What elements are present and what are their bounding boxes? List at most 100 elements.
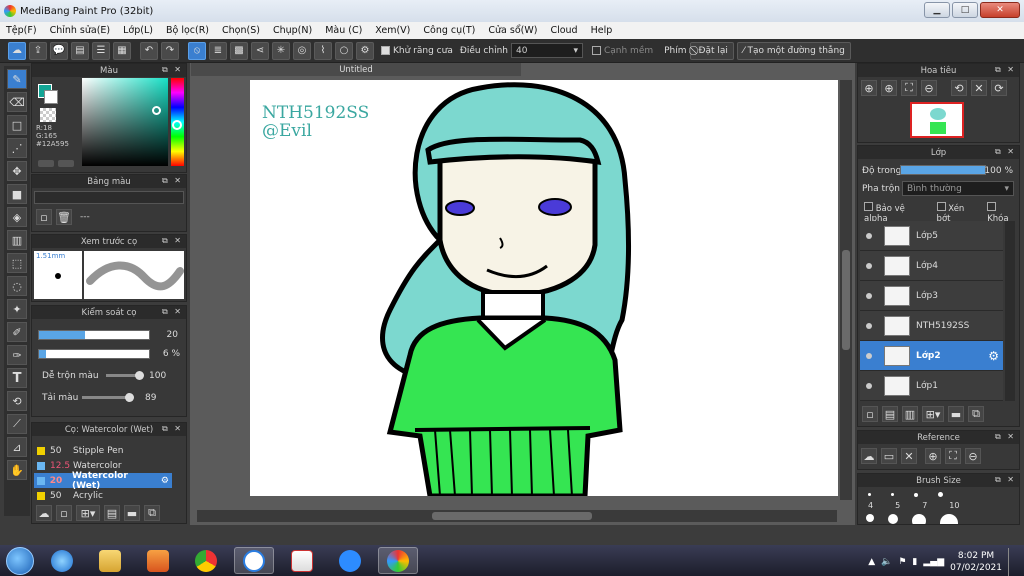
slider-knob[interactable] [125,393,134,402]
select-eraser-tool-icon[interactable]: ✑ [7,345,27,365]
size-dot[interactable] [868,493,871,496]
radial-snap-icon[interactable]: ✳ [272,41,290,60]
secondary-color-swatch[interactable] [44,90,58,104]
scroll-thumb[interactable] [842,250,850,350]
dot-tool-icon[interactable]: ⋰ [7,138,27,158]
menu-select[interactable]: Chọn(S) [222,25,260,36]
brush-size-slider[interactable] [38,330,150,340]
picker-handle[interactable] [152,106,161,115]
menu-snap[interactable]: Chụp(N) [273,25,312,36]
clipping-checkbox[interactable] [936,202,946,211]
zoom-in-icon[interactable]: ⊕ [861,80,877,96]
transparent-swatch[interactable] [40,108,56,122]
menu-view[interactable]: Xem(V) [375,25,410,36]
fit-icon[interactable]: ⛶ [901,80,917,96]
grid-snap-icon[interactable]: ▩ [230,41,248,60]
eye-icon[interactable] [866,382,872,389]
zoom-icon[interactable]: ⊕ [881,80,897,96]
cloud-ref-icon[interactable]: ☁ [861,448,877,464]
horizontal-scrollbar[interactable] [197,510,837,522]
size-dot[interactable] [891,493,894,496]
rotate-left-icon[interactable]: ⟲ [951,80,967,96]
menu-help[interactable]: Help [591,25,613,36]
menu-window[interactable]: Cửa sổ(W) [488,25,537,36]
folder-layer-icon[interactable]: ▬ [948,406,964,422]
amount-slider[interactable] [82,393,134,402]
size-dot[interactable] [914,493,918,497]
lasso-tool-icon[interactable]: ◌ [7,276,27,296]
hue-handle[interactable] [172,120,182,130]
redo-icon[interactable]: ↷ [161,41,179,60]
close-ref-icon[interactable]: ✕ [901,448,917,464]
soft-edge-checkbox[interactable] [591,46,601,55]
settings-snap-icon[interactable]: ⚙ [356,41,374,60]
rotate-right-icon[interactable]: ⟳ [991,80,1007,96]
panel-close-icon[interactable]: ⧉ ✕ [162,176,183,186]
maximize-button[interactable]: □ [952,2,978,18]
saturation-value-picker[interactable] [82,78,168,166]
eraser-tool-icon[interactable]: ⌫ [7,92,27,112]
size-dot[interactable] [940,514,958,524]
layer-row[interactable]: Lớp3 [860,281,1003,311]
flip-icon[interactable]: ✕ [971,80,987,96]
clock[interactable]: 8:02 PM 07/02/2021 [950,550,1002,574]
menu-tools[interactable]: Công cụ(T) [423,25,475,36]
size-dot[interactable] [938,492,943,497]
select-pen-tool-icon[interactable]: ✐ [7,322,27,342]
delete-palette-icon[interactable]: 🗑 [56,209,72,225]
eye-icon[interactable] [866,232,872,239]
flag-icon[interactable]: ⚑ [898,557,906,567]
volume-icon[interactable]: 🔈 [881,557,892,567]
size-dot[interactable] [888,514,898,524]
brush-item-selected[interactable]: 20 Watercolor (Wet) ⚙ [34,471,172,491]
hue-slider[interactable] [171,78,184,166]
panel-close-icon[interactable]: ⧉ ✕ [162,236,183,246]
fill-shape-tool-icon[interactable]: ■ [7,184,27,204]
layer-row-selected[interactable]: Lớp2 ⚙ [860,341,1003,371]
text-tool-icon[interactable]: T [7,368,27,388]
menu-file[interactable]: Tệp(F) [6,25,37,36]
network-icon[interactable]: ▂▄▆ [923,557,944,567]
brush-tool-icon[interactable]: ✎ [7,69,27,89]
eyedropper-tool-icon[interactable]: ⊿ [7,437,27,457]
taskbar-explorer[interactable] [90,547,130,574]
rect-tool-icon[interactable]: □ [7,115,27,135]
undo-icon[interactable]: ↶ [140,41,158,60]
reset-button[interactable]: ⃠Đặt lại [689,41,734,60]
layer-row[interactable]: Lớp4 [860,251,1003,281]
magic-wand-tool-icon[interactable]: ✦ [7,299,27,319]
hand-tool-icon[interactable]: ✋ [7,460,27,480]
bucket-tool-icon[interactable]: ◈ [7,207,27,227]
gradient-tool-icon[interactable]: ▥ [7,230,27,250]
panel-close-icon[interactable]: ⧉ ✕ [162,424,183,434]
new-8bit-layer-icon[interactable]: ▥ [902,406,918,422]
move-tool-icon[interactable]: ✥ [7,161,27,181]
panel-close-icon[interactable]: ⧉ ✕ [995,65,1016,75]
circle-snap-icon[interactable]: ◎ [293,41,311,60]
layer-row[interactable]: NTH5192SS [860,311,1003,341]
show-desktop-button[interactable] [1008,548,1018,576]
protect-alpha-checkbox[interactable] [864,202,873,211]
straight-line-button[interactable]: ⁄ Tạo một đường thẳng [736,41,851,60]
folder-brush-icon[interactable]: ▬ [124,505,140,521]
eyedrop-color-button[interactable] [58,160,74,167]
palette-dropdown[interactable] [34,191,184,204]
zoom-out-ref-icon[interactable]: ⊖ [965,448,981,464]
layer-row[interactable]: Lớp1 [860,371,1003,401]
cloud-icon[interactable]: ☁ [8,41,26,60]
power-icon[interactable]: ▮ [912,557,917,567]
operation-tool-icon[interactable]: ⟲ [7,391,27,411]
open-ref-icon[interactable]: ▭ [881,448,897,464]
taskbar-ie[interactable] [42,547,82,574]
perspective-snap-icon[interactable]: ⋖ [251,41,269,60]
minimize-button[interactable]: ▁ [924,2,950,18]
ring-snap-icon[interactable]: ○ [335,41,353,60]
drawing-canvas[interactable]: NTH5192SS @Evil [250,80,838,496]
taskbar-zalo[interactable] [234,547,274,574]
comment-icon[interactable]: 💬 [50,41,68,60]
zoom-out-icon[interactable]: ⊖ [921,80,937,96]
divide-tool-icon[interactable]: ⟋ [7,414,27,434]
start-button[interactable] [6,546,34,575]
cloud-brush-icon[interactable]: ☁ [36,505,52,521]
taskbar-chrome[interactable] [186,547,226,574]
